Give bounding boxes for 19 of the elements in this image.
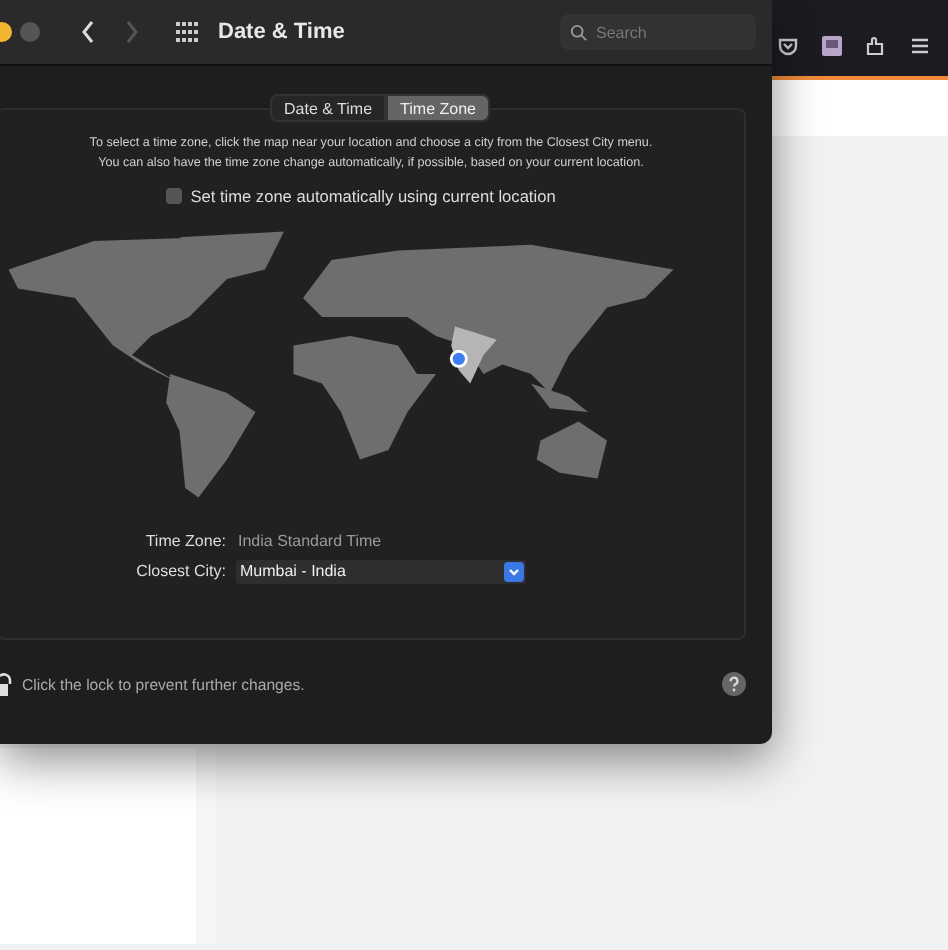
- menu-icon[interactable]: [908, 34, 932, 58]
- chevron-down-icon[interactable]: [504, 561, 524, 581]
- tab[interactable]: Date & Time: [270, 94, 387, 122]
- back-icon[interactable]: [80, 20, 96, 44]
- time-zone-label: Time Zone:: [143, 532, 226, 550]
- search-icon: [570, 23, 588, 41]
- closest-city-label: Closest City:: [134, 562, 226, 580]
- search-field[interactable]: Search: [560, 14, 756, 50]
- pocket-icon[interactable]: [776, 34, 800, 58]
- grid-icon[interactable]: [176, 20, 200, 44]
- extension-icon[interactable]: [820, 34, 844, 58]
- checkbox-label: Set time zone automatically using current location: [190, 186, 556, 206]
- help-icon[interactable]: [722, 672, 746, 696]
- lock-icon[interactable]: [0, 672, 12, 696]
- checkbox[interactable]: [166, 188, 183, 204]
- time-zone-value: India Standard Time: [238, 532, 382, 550]
- window-title: Date & Time: [218, 20, 345, 44]
- tab[interactable]: Time Zone: [386, 94, 490, 122]
- city-dropdown[interactable]: Mumbai - India: [236, 559, 526, 583]
